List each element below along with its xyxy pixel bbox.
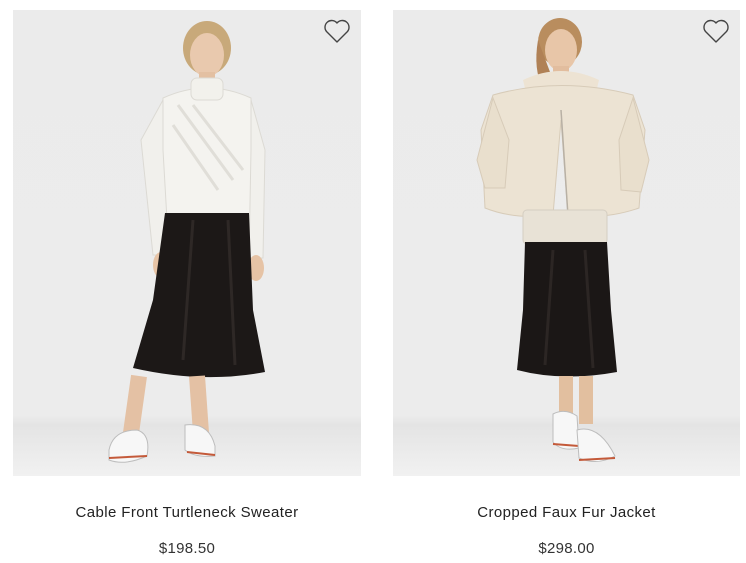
product-card[interactable]: Cropped Faux Fur Jacket $298.00 xyxy=(393,0,740,557)
product-name[interactable]: Cropped Faux Fur Jacket xyxy=(393,504,740,521)
model-illustration xyxy=(476,18,650,462)
model-illustration xyxy=(108,21,266,463)
product-name[interactable]: Cable Front Turtleneck Sweater xyxy=(13,504,361,521)
product-price: $198.50 xyxy=(158,540,216,557)
product-price: $298.00 xyxy=(538,540,595,557)
wishlist-heart-icon[interactable] xyxy=(323,18,351,44)
product-image[interactable] xyxy=(393,10,740,476)
product-card[interactable]: Cable Front Turtleneck Sweater $198.50 xyxy=(13,0,361,557)
wishlist-heart-icon[interactable] xyxy=(702,18,730,44)
product-image[interactable] xyxy=(13,10,361,476)
